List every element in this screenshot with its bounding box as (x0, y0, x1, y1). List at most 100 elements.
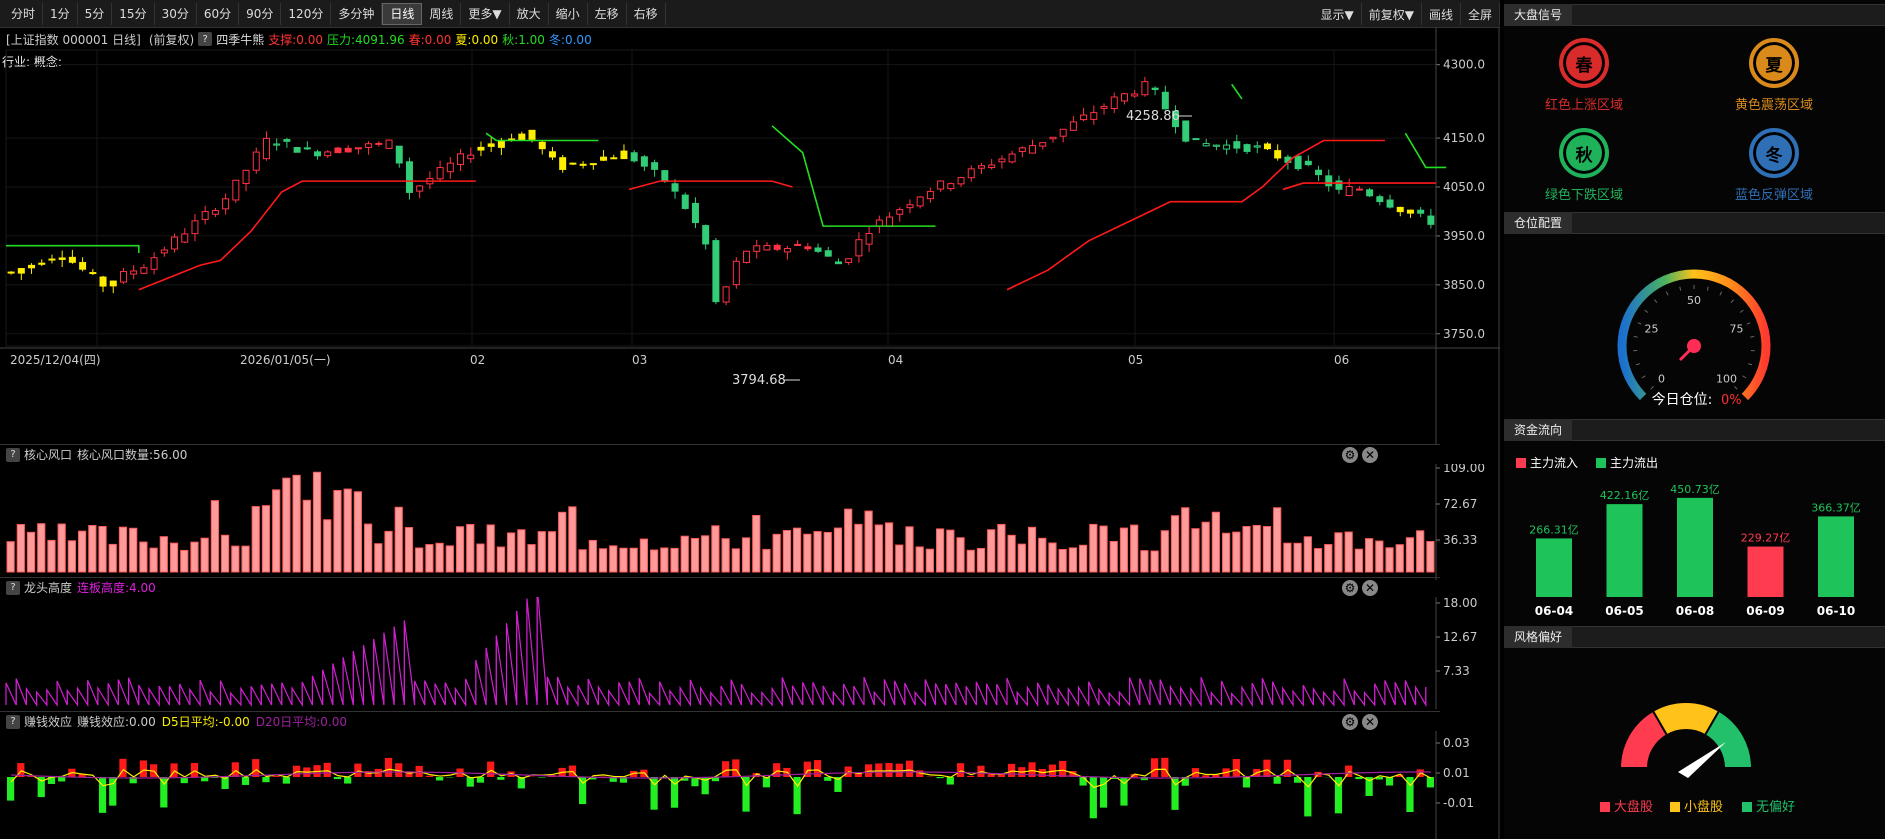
style-legend-label: 无偏好 (1756, 800, 1795, 815)
wind-bar (619, 547, 628, 573)
candle-body (181, 233, 189, 243)
help-icon[interactable]: ? (6, 447, 20, 462)
candle-body (855, 239, 863, 257)
gear-icon[interactable]: ⚙ (1342, 713, 1358, 730)
period-button-7[interactable]: 120分 (281, 2, 332, 25)
signal-label: 黄色震荡区域 (1734, 98, 1813, 113)
panel3-chart: 0.03 0.01 -0.01 (7, 731, 1474, 839)
y-tick-label: 72.67 (1443, 497, 1477, 511)
loss-bar (1079, 777, 1087, 786)
candle-body (1039, 142, 1047, 147)
candle-body (1110, 96, 1118, 110)
help-icon[interactable]: ? (6, 580, 20, 595)
candle-body (99, 276, 107, 287)
side-panel: 大盘信号 春红色上涨区域夏黄色震荡区域秋绿色下跌区域冬蓝色反弹区域 仓位配置 0… (1504, 0, 1885, 839)
candle-body (191, 220, 199, 235)
period-button-4[interactable]: 30分 (155, 2, 197, 25)
period-button-3[interactable]: 15分 (112, 2, 155, 25)
candle-body (916, 196, 924, 207)
gear-icon[interactable]: ⚙ (1342, 579, 1358, 596)
candle-body (732, 260, 740, 286)
loss-bar (1355, 777, 1363, 780)
candle-body (926, 190, 934, 200)
period-button-13[interactable]: 缩小 (549, 2, 588, 25)
wind-bar (895, 544, 904, 573)
wind-bar (629, 547, 638, 573)
profit-bar (231, 762, 239, 777)
y-tick-label: 3950.0 (1443, 229, 1485, 243)
wind-bar (374, 543, 383, 573)
wind-bar (221, 534, 230, 573)
wind-bar (1007, 534, 1016, 573)
period-button-8[interactable]: 多分钟 (331, 2, 383, 25)
season-badge-icon: 春 (1559, 38, 1609, 88)
candle-body (834, 261, 842, 265)
candle-body (998, 158, 1006, 163)
low-label: 3794.68 (732, 373, 786, 388)
y-tick-label: 4300.0 (1443, 58, 1485, 72)
panel2-value: 连板高度:4.00 (77, 581, 156, 595)
candle-body (48, 258, 56, 261)
legend-in-swatch (1516, 458, 1526, 468)
y-tick-label: 0.03 (1443, 736, 1470, 750)
right-tool-button-0[interactable]: 显示▼ (1314, 3, 1362, 25)
wind-bar (78, 530, 87, 573)
wind-bar (384, 530, 393, 573)
profit-bar (487, 761, 495, 777)
period-button-5[interactable]: 60分 (197, 2, 240, 25)
flow-date: 06-04 (1535, 604, 1573, 618)
wind-bar (1232, 531, 1241, 573)
close-icon[interactable]: ✕ (1362, 579, 1378, 596)
wind-bar (1119, 527, 1129, 573)
candle-body (7, 271, 15, 274)
wind-bar (1385, 547, 1394, 573)
period-button-0[interactable]: 分时 (4, 2, 44, 25)
period-button-14[interactable]: 左移 (588, 2, 627, 25)
flow-header: 资金流向 (1504, 419, 1885, 441)
style-needle (1678, 742, 1726, 778)
candle-body (89, 272, 97, 275)
period-button-10[interactable]: 周线 (422, 2, 462, 25)
period-button-9[interactable]: 日线 (382, 2, 423, 25)
wind-bar (976, 547, 986, 573)
panel2-name: 龙头高度 (24, 581, 73, 595)
gauge-hub (1687, 339, 1701, 353)
candle-body (1151, 87, 1159, 91)
close-icon[interactable]: ✕ (1362, 446, 1378, 463)
close-icon[interactable]: ✕ (1362, 713, 1378, 730)
gauge-minor-tick (1650, 385, 1655, 390)
right-tool-button-1[interactable]: 前复权▼ (1362, 3, 1422, 25)
wind-bar (26, 531, 36, 573)
gear-icon[interactable]: ⚙ (1342, 446, 1358, 463)
wind-bar (353, 491, 362, 573)
wind-bar (1426, 540, 1435, 573)
period-button-1[interactable]: 1分 (43, 2, 78, 25)
period-button-2[interactable]: 5分 (78, 2, 113, 25)
right-tool-button-3[interactable]: 全屏 (1461, 3, 1500, 25)
loss-bar (1099, 777, 1108, 808)
candle-body (1253, 145, 1261, 148)
period-button-6[interactable]: 90分 (239, 2, 282, 25)
loss-bar (436, 777, 444, 781)
loss-bar (241, 777, 250, 785)
right-tool-button-2[interactable]: 画线 (1422, 3, 1461, 25)
wind-bar (139, 541, 148, 573)
candle-body (743, 250, 751, 263)
wind-bar (241, 545, 250, 573)
candle-body (1355, 188, 1363, 191)
wind-bar (159, 536, 168, 573)
y-tick-label: 3750.0 (1443, 327, 1485, 341)
help-icon[interactable]: ? (6, 714, 20, 729)
style-legend-label: 小盘股 (1684, 799, 1723, 815)
wind-bar (997, 523, 1006, 573)
wind-bar (711, 525, 720, 573)
wind-bar (1017, 543, 1026, 573)
profit-bar (1059, 760, 1067, 777)
wind-bar (680, 535, 689, 573)
period-button-15[interactable]: 右移 (627, 2, 666, 25)
period-button-11[interactable]: 更多▼ (461, 2, 510, 25)
period-button-12[interactable]: 放大 (510, 2, 549, 25)
candle-body (262, 137, 270, 160)
wind-bar (915, 546, 924, 573)
kline-chart[interactable]: 4300.0 4150.0 4050.0 3950.0 3850.0 3750.0 2025… (0, 28, 1500, 444)
